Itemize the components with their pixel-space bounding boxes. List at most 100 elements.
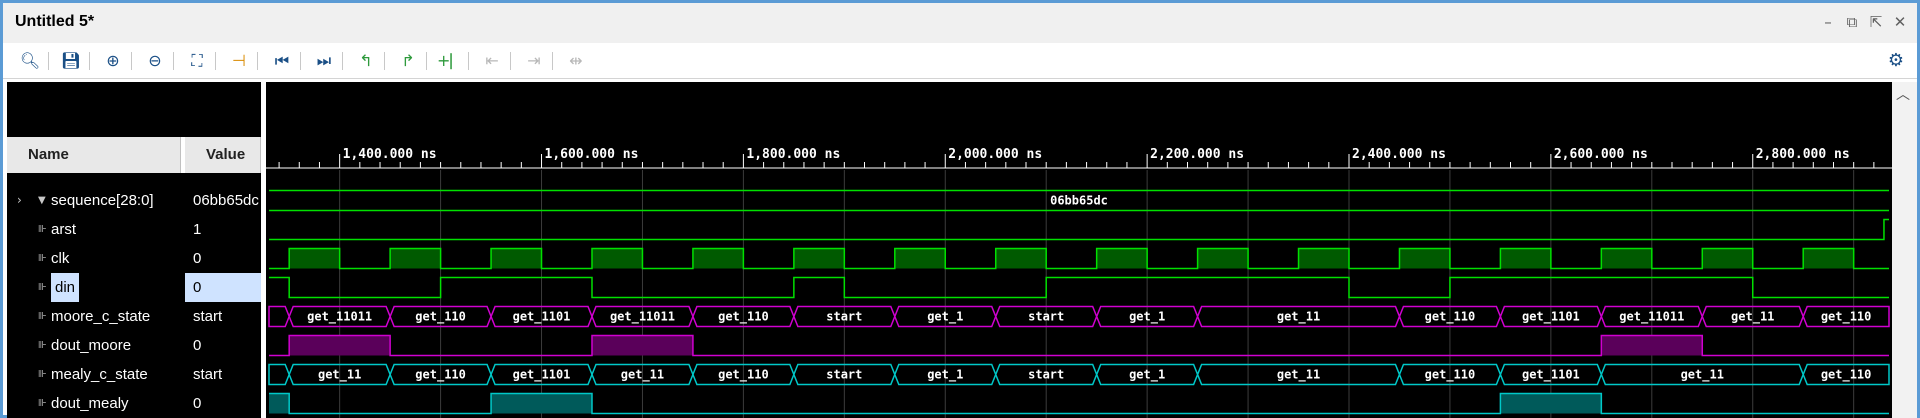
moore-c-state-state-label: get_110	[1821, 310, 1872, 325]
mealy-c-state-state-label: start	[1028, 368, 1064, 382]
waveform-canvas[interactable]: 1,400.000 ns 1,600.000 ns 1,800.000 ns 2,00…	[238, 82, 1892, 418]
scroll-up-icon[interactable]: ︿	[1896, 84, 1910, 104]
moore-c-state-state-label: get_11011	[610, 310, 675, 325]
signal-name-label: clk	[51, 250, 70, 267]
zoom-in-icon[interactable]: ⊕	[100, 48, 126, 74]
signal-row-value[interactable]: 1	[185, 215, 261, 244]
ruler-time-label: 2,600.000 ns	[1554, 147, 1648, 162]
value-column-header[interactable]: Value	[181, 137, 261, 173]
signal-row-value[interactable]: 0	[185, 273, 261, 302]
toolbar-separator	[173, 52, 174, 70]
toolbar-separator	[48, 52, 49, 70]
signal-row-value[interactable]: 06bb65dc	[185, 186, 261, 215]
close-button[interactable]: ✕	[1889, 11, 1911, 33]
swap-cursors-icon[interactable]: ⇹	[563, 48, 589, 74]
mealy-c-state-state-label: get_1	[927, 368, 963, 383]
signal-row-name[interactable]: ⊪ clk	[7, 244, 181, 273]
signal-icon: ⊪	[38, 398, 47, 409]
mealy-c-state-state-label: get_1101	[513, 368, 571, 383]
moore-c-state-state-label: start	[1028, 310, 1064, 324]
signal-row-name[interactable]: › ▼ sequence[28:0]	[7, 186, 181, 215]
signal-row-value[interactable]: start	[185, 360, 261, 389]
toolbar-separator	[426, 52, 427, 70]
save-icon[interactable]: 💾︎	[58, 48, 84, 74]
signal-row-name[interactable]: ⊪ dout_mealy	[7, 389, 181, 418]
signal-name-label: moore_c_state	[51, 308, 151, 325]
signal-row-value[interactable]: start	[185, 302, 261, 331]
signal-value-label: 1	[193, 221, 202, 238]
mealy-c-state-state-label: get_11	[1277, 368, 1320, 383]
signal-value-pane: Value 06bb65dc 1 0 0 start 0 start 0	[181, 82, 261, 418]
mealy-c-state-state-label: get_11	[1681, 368, 1724, 383]
signal-row-value[interactable]: 0	[185, 389, 261, 418]
chevron-right-icon[interactable]: ›	[17, 186, 22, 215]
signal-value-label: 06bb65dc	[193, 192, 259, 209]
name-column-header[interactable]: Name	[7, 137, 181, 173]
signal-row-name[interactable]: ⊪ din	[7, 273, 181, 302]
signal-value-label: start	[193, 366, 223, 383]
moore-c-state-state-label: get_11	[1731, 310, 1774, 325]
search-icon[interactable]: 🔍︎	[17, 48, 43, 74]
bus-icon: ▼	[38, 195, 46, 206]
signal-row-name[interactable]: ⊪ dout_moore	[7, 331, 181, 360]
mealy-c-state-state-label: get_1101	[1522, 368, 1580, 383]
go-to-last-time-icon[interactable]: ⏭	[311, 48, 337, 74]
float-button[interactable]: ⇱	[1865, 11, 1887, 33]
toolbar-separator	[552, 52, 553, 70]
toolbar-separator	[468, 52, 469, 70]
signal-row-name[interactable]: ⊪ moore_c_state	[7, 302, 181, 331]
signal-name-label: sequence[28:0]	[51, 192, 154, 209]
toolbar-separator	[384, 52, 385, 70]
gear-icon[interactable]: ⚙	[1883, 48, 1909, 74]
clk-high-fill	[491, 248, 542, 269]
waveform-toolbar: 🔍︎ 💾︎ ⊕ ⊖ ⛶ ⊣ ⏮ ⏭ ↰ ↱ +⎸ ⇤ ⇥ ⇹ ⚙	[3, 43, 1917, 79]
toolbar-separator	[510, 52, 511, 70]
signal-row-value[interactable]: 0	[185, 244, 261, 273]
ruler-time-label: 1,600.000 ns	[545, 147, 639, 162]
signal-icon: ⊪	[38, 369, 47, 380]
moore-c-state-state-label: get_1101	[1522, 310, 1580, 325]
sequence-bus-value-label: 06bb65dc	[1050, 194, 1108, 208]
clk-high-fill	[1803, 248, 1854, 269]
signal-icon: ⊪	[38, 253, 47, 264]
toolbar-separator	[342, 52, 343, 70]
dout-mealy-high-fill	[491, 393, 592, 414]
add-marker-icon[interactable]: +⎸	[437, 48, 466, 74]
next-transition-icon[interactable]: ↱	[395, 48, 421, 74]
clk-high-fill	[591, 248, 643, 269]
zoom-fit-icon[interactable]: ⛶	[184, 48, 210, 74]
moore-c-state-state-label: get_110	[718, 310, 769, 325]
signal-row-name[interactable]: ⊪ arst	[7, 215, 181, 244]
signal-value-label: start	[193, 308, 223, 325]
moore-c-state-state-label: get_1	[1129, 310, 1165, 325]
clk-high-fill	[995, 248, 1047, 269]
vertical-scrollbar[interactable]: ︿	[1892, 82, 1917, 418]
waveform-pane[interactable]: 1,400.000 ns 1,600.000 ns 1,800.000 ns 2,00…	[238, 82, 1892, 418]
go-to-time-0-icon[interactable]: ⏮	[269, 48, 295, 74]
restore-button[interactable]: ⧉	[1841, 11, 1863, 33]
moore-c-state-state-label: get_11	[1277, 310, 1320, 325]
clk-high-fill	[894, 248, 946, 269]
moore-c-state-segment	[268, 305, 290, 328]
toolbar-separator	[257, 52, 258, 70]
go-to-cursor-icon[interactable]: ⊣	[226, 48, 252, 74]
signal-icon: ⊪	[38, 224, 47, 235]
signal-row-value[interactable]: 0	[185, 331, 261, 360]
clk-high-fill	[692, 248, 744, 269]
previous-marker-icon[interactable]: ⇤	[479, 48, 505, 74]
signal-row-name[interactable]: ⊪ mealy_c_state	[7, 360, 181, 389]
moore-c-state-state-label: get_110	[1425, 310, 1476, 325]
zoom-out-icon[interactable]: ⊖	[142, 48, 168, 74]
mealy-c-state-segment	[268, 363, 290, 386]
moore-c-state-state-label: get_1	[927, 310, 963, 325]
next-marker-icon[interactable]: ⇥	[521, 48, 547, 74]
mealy-c-state-state-label: get_11	[318, 368, 361, 383]
ruler-time-label: 2,200.000 ns	[1150, 147, 1244, 162]
signal-name-pane: Name › ▼ sequence[28:0] ⊪ arst ⊪ clk ⊪ din ⊪ moore…	[7, 82, 181, 418]
dout-mealy-high-fill	[269, 393, 290, 414]
previous-transition-icon[interactable]: ↰	[353, 48, 379, 74]
toolbar-separator	[89, 52, 90, 70]
minimize-button[interactable]: –	[1817, 11, 1839, 33]
ruler-time-label: 1,800.000 ns	[746, 147, 840, 162]
din-waveform	[269, 276, 1889, 299]
